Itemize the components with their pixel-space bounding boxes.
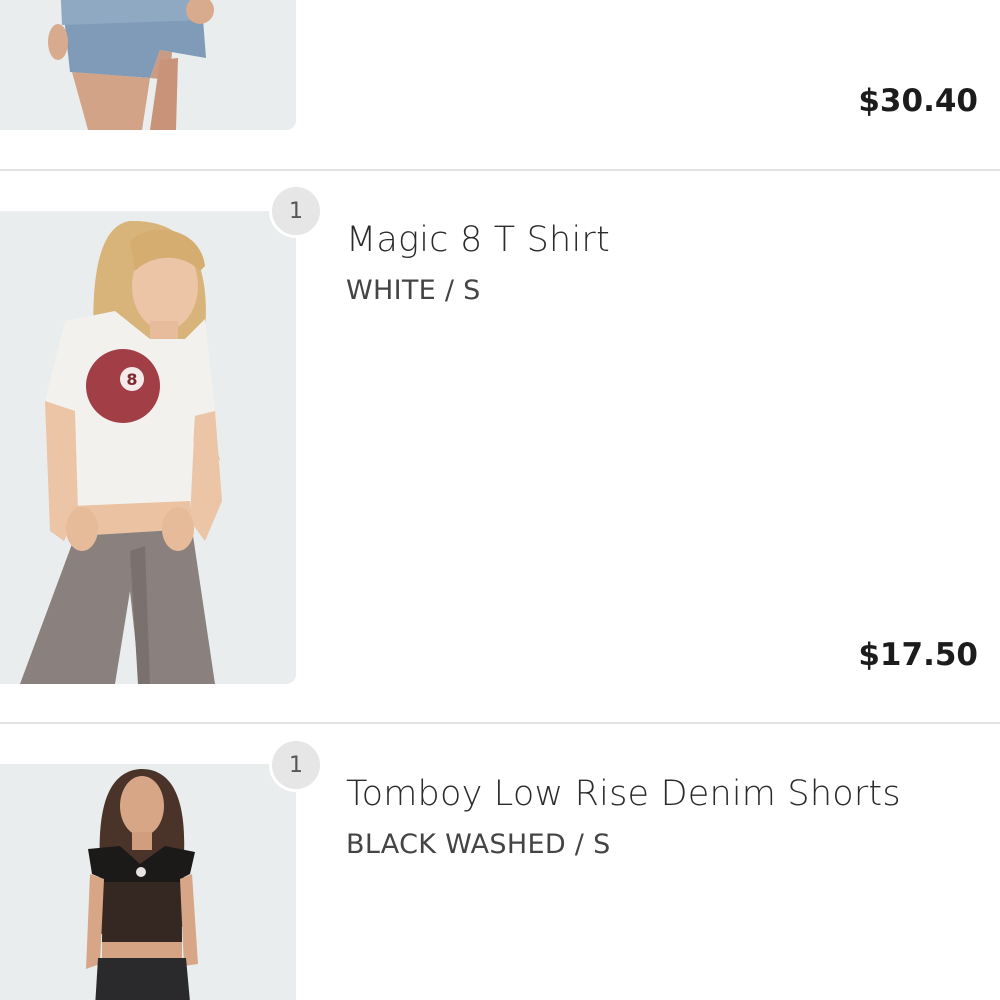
cart-line-items: $30.40 8 1 Magic 8 T Shirt WHITE / S $17… bbox=[0, 0, 1000, 1000]
product-variant: WHITE / S bbox=[346, 275, 481, 306]
black-mesh-top-photo bbox=[0, 764, 296, 1000]
product-thumbnail[interactable] bbox=[0, 0, 296, 130]
product-name[interactable]: Tomboy Low Rise Denim Shorts bbox=[346, 774, 901, 814]
item-price: $30.40 bbox=[858, 83, 978, 119]
product-name[interactable]: Magic 8 T Shirt bbox=[346, 220, 610, 260]
divider bbox=[0, 722, 1000, 724]
divider bbox=[0, 169, 1000, 171]
svg-text:8: 8 bbox=[126, 370, 137, 389]
product-variant: BLACK WASHED / S bbox=[346, 829, 611, 860]
quantity-badge: 1 bbox=[269, 184, 323, 238]
magic-8-t-shirt-photo: 8 bbox=[0, 211, 296, 684]
product-thumbnail[interactable] bbox=[0, 764, 296, 1000]
denim-mini-skirt-photo bbox=[0, 0, 296, 130]
item-price: $17.50 bbox=[858, 637, 978, 673]
product-thumbnail[interactable]: 8 bbox=[0, 211, 296, 684]
quantity-badge: 1 bbox=[269, 738, 323, 792]
